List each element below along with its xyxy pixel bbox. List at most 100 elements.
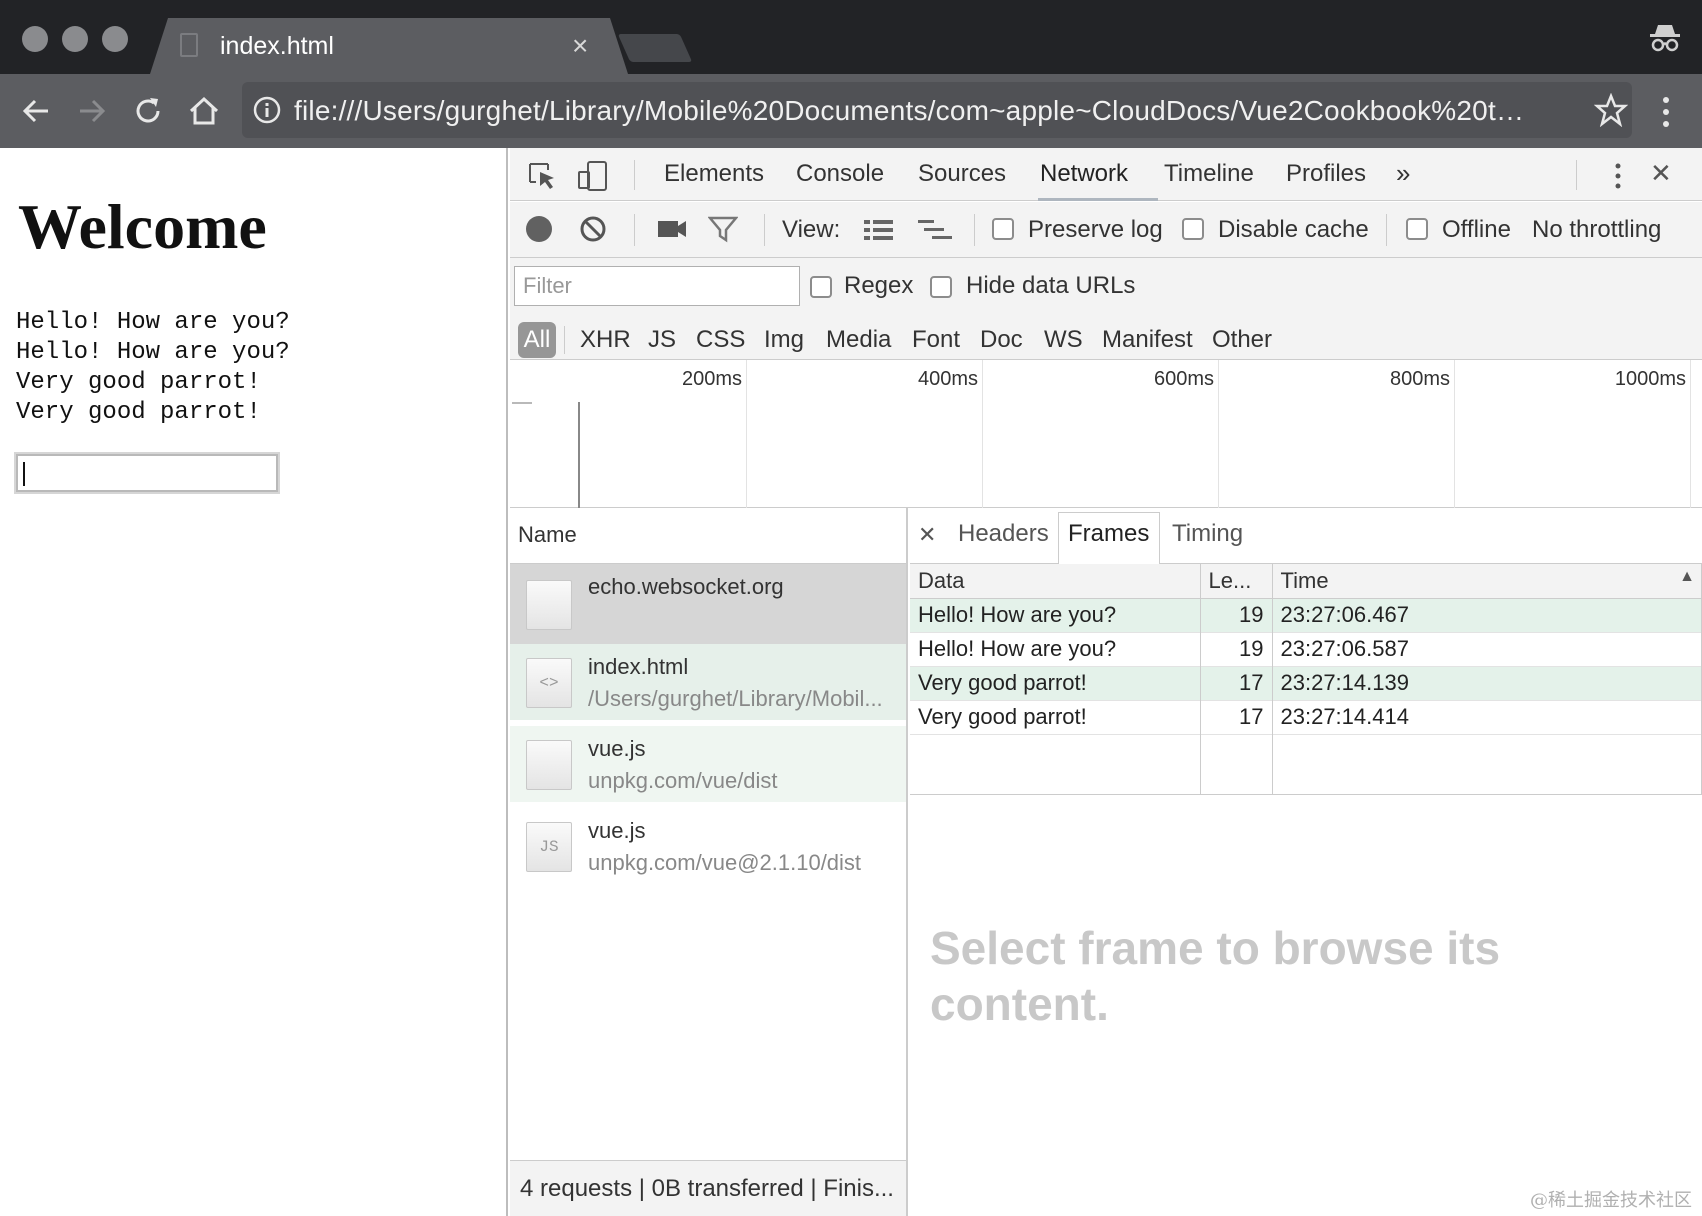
devtools-menu-icon[interactable] (1608, 160, 1628, 192)
capture-screenshots-icon[interactable] (656, 216, 688, 242)
tab-frames[interactable]: Frames (1068, 520, 1149, 548)
incognito-icon (1650, 25, 1680, 52)
filter-input[interactable] (514, 266, 800, 306)
type-filter-manifest[interactable]: Manifest (1102, 326, 1193, 354)
window-minimize-button[interactable] (62, 26, 88, 52)
more-tabs-icon[interactable]: » (1396, 158, 1410, 189)
tab-timeline[interactable]: Timeline (1164, 160, 1254, 188)
device-toolbar-icon[interactable] (576, 160, 610, 192)
message-line: Very good parrot! (16, 369, 261, 396)
browser-tab[interactable]: index.html × (150, 18, 628, 74)
overview-tick: 200ms (681, 368, 742, 390)
type-filter-all[interactable]: All (518, 322, 556, 358)
request-row[interactable]: <> index.html /Users/gurghet/Library/Mob… (510, 644, 906, 720)
tab-title: index.html (220, 32, 334, 60)
url-text[interactable]: file:///Users/gurghet/Library/Mobile%20D… (294, 95, 1534, 127)
type-filter-other[interactable]: Other (1212, 326, 1272, 354)
request-row[interactable]: JS vue.js unpkg.com/vue@2.1.10/dist (510, 808, 906, 884)
home-icon[interactable] (186, 93, 222, 129)
type-filter-media[interactable]: Media (826, 326, 891, 354)
browser-menu-icon[interactable] (1652, 94, 1680, 130)
hide-data-urls-label: Hide data URLs (966, 272, 1136, 299)
type-filter-img[interactable]: Img (764, 326, 804, 354)
offline-label: Offline (1442, 216, 1511, 243)
reload-icon[interactable] (130, 93, 166, 129)
browser-window: index.html × file:///Users/gurghet/Libra… (0, 0, 1702, 1216)
disable-cache-label: Disable cache (1218, 216, 1369, 243)
status-summary: 4 requests | 0B transferred | Finis... (520, 1175, 894, 1202)
throttling-select[interactable]: No throttling (1532, 216, 1661, 244)
bookmark-star-icon[interactable] (1594, 93, 1628, 127)
window-zoom-button[interactable] (102, 26, 128, 52)
preserve-log-label: Preserve log (1028, 216, 1163, 243)
overview-icon[interactable] (918, 218, 952, 242)
overview-tick: 600ms (1153, 368, 1214, 390)
new-tab-button[interactable] (617, 34, 693, 62)
tab-sources[interactable]: Sources (918, 160, 1006, 188)
frame-data: Very good parrot! (910, 699, 1201, 734)
window-close-button[interactable] (22, 26, 48, 52)
type-filter-css[interactable]: CSS (696, 326, 745, 354)
message-line: Hello! How are you? (16, 309, 290, 336)
frame-row[interactable]: Hello! How are you? 19 23:27:06.467 (910, 598, 1702, 632)
filter-bar: Regex Hide data URLs All XHR JS CSS Img … (510, 258, 1702, 360)
preserve-log-checkbox[interactable] (992, 218, 1014, 240)
request-row[interactable]: vue.js unpkg.com/vue/dist (510, 726, 906, 802)
watermark: @稀土掘金技术社区 (1530, 1190, 1692, 1211)
tab-elements[interactable]: Elements (664, 160, 764, 188)
tab-profiles[interactable]: Profiles (1286, 160, 1366, 188)
disable-cache-checkbox[interactable] (1182, 218, 1204, 240)
type-filter-xhr[interactable]: XHR (580, 326, 631, 354)
request-row[interactable]: echo.websocket.org (510, 564, 906, 644)
info-icon[interactable] (252, 95, 282, 125)
inspect-element-icon[interactable] (526, 160, 560, 192)
type-filter-js[interactable]: JS (648, 326, 676, 354)
detail-tab-bar: ✕ Headers Frames Timing (910, 508, 1702, 564)
detail-close-icon[interactable]: ✕ (918, 522, 936, 548)
time-column-label: Time (1280, 567, 1329, 593)
request-list-header[interactable]: Name (510, 508, 906, 564)
page-heading: Welcome (18, 191, 267, 262)
tab-timing[interactable]: Timing (1172, 520, 1243, 548)
type-filter-ws[interactable]: WS (1044, 326, 1083, 354)
frame-time: 23:27:14.414 (1272, 699, 1702, 734)
offline-checkbox[interactable] (1406, 218, 1428, 240)
frame-length: 17 (1200, 699, 1273, 734)
network-toolbar: View: Preserve log Disable cache Offline… (510, 202, 1702, 258)
frame-row[interactable]: Hello! How are you? 19 23:27:06.587 (910, 631, 1702, 666)
data-column-header[interactable]: Data (910, 564, 1201, 599)
overview-marker (578, 402, 580, 508)
frame-length: 19 (1200, 631, 1273, 666)
page-icon (180, 33, 198, 57)
length-column-header[interactable]: Le... (1200, 564, 1273, 599)
message-input[interactable] (16, 454, 278, 492)
frame-row[interactable]: Very good parrot! 17 23:27:14.139 (910, 665, 1702, 700)
request-path: /Users/gurghet/Library/Mobil... (588, 686, 883, 711)
tab-network[interactable]: Network (1040, 160, 1128, 188)
hide-data-urls-checkbox[interactable] (930, 276, 952, 298)
forward-icon[interactable] (74, 93, 110, 129)
tab-console[interactable]: Console (796, 160, 884, 188)
clear-icon[interactable] (578, 214, 608, 244)
regex-checkbox[interactable] (810, 276, 832, 298)
filter-icon[interactable] (708, 214, 738, 244)
large-rows-icon[interactable] (864, 218, 894, 242)
back-icon[interactable] (18, 93, 54, 129)
name-column-header: Name (518, 522, 577, 547)
tab-close-icon[interactable]: × (572, 28, 588, 64)
address-bar[interactable]: file:///Users/gurghet/Library/Mobile%20D… (242, 82, 1632, 138)
devtools-close-icon[interactable]: ✕ (1650, 158, 1672, 189)
time-column-header[interactable]: Time ▲ (1272, 564, 1702, 599)
frame-row[interactable]: Very good parrot! 17 23:27:14.414 (910, 699, 1702, 734)
frames-panel: ✕ Headers Frames Timing Data Le... Time … (910, 508, 1702, 1216)
status-bar: 4 requests | 0B transferred | Finis... (510, 1160, 906, 1216)
filter-text-field[interactable] (515, 267, 799, 305)
tab-headers[interactable]: Headers (958, 520, 1049, 548)
frame-filler-row (910, 733, 1702, 795)
record-icon[interactable] (524, 214, 554, 244)
type-filter-font[interactable]: Font (912, 326, 960, 354)
html-file-icon: <> (526, 658, 572, 708)
type-filter-doc[interactable]: Doc (980, 326, 1023, 354)
request-list: Name echo.websocket.org <> index.html /U… (510, 508, 908, 1216)
network-overview[interactable]: 200ms 400ms 600ms 800ms 1000ms (510, 360, 1702, 508)
